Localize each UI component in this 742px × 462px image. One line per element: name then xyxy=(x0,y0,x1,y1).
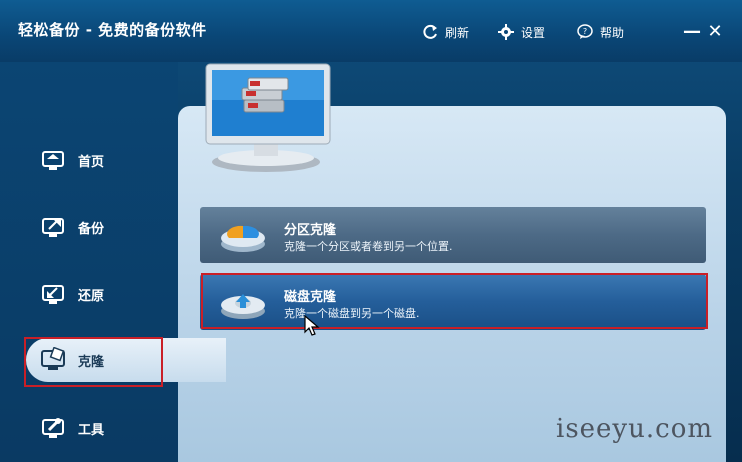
svg-text:?: ? xyxy=(583,27,587,36)
sidebar-item-label: 克隆 xyxy=(78,354,105,370)
partition-clone-title: 分区克隆 xyxy=(284,223,337,238)
refresh-icon xyxy=(421,23,439,41)
home-icon xyxy=(40,146,68,174)
sidebar-item-restore[interactable]: 还原 xyxy=(40,274,170,314)
sidebar-item-label: 还原 xyxy=(78,288,105,304)
settings-button[interactable]: 设置 xyxy=(497,20,545,44)
app-title: 轻松备份 - 免费的备份软件 xyxy=(18,21,207,39)
title-bar: 轻松备份 - 免费的备份软件 刷新 设置 ? 帮助 — ✕ xyxy=(0,0,742,62)
disk-clone-option[interactable]: 磁盘克隆 克隆一个磁盘到另一个磁盘. xyxy=(200,274,706,330)
mouse-cursor-icon xyxy=(304,314,320,337)
watermark-text: iseeyu.com xyxy=(556,414,713,444)
clone-monitor-illustration xyxy=(204,62,336,174)
gear-icon xyxy=(497,23,515,41)
backup-icon xyxy=(40,213,68,241)
sidebar-item-label: 工具 xyxy=(78,422,105,438)
restore-icon xyxy=(40,280,68,308)
help-button[interactable]: ? 帮助 xyxy=(576,20,624,44)
sidebar-item-label: 首页 xyxy=(78,154,105,170)
partition-clone-option[interactable]: 分区克隆 克隆一个分区或者卷到另一个位置. xyxy=(200,207,706,263)
help-icon: ? xyxy=(576,23,594,41)
close-button[interactable]: ✕ xyxy=(704,20,726,42)
refresh-button[interactable]: 刷新 xyxy=(421,20,469,44)
disk-clone-title: 磁盘克隆 xyxy=(284,290,337,305)
clone-icon xyxy=(40,346,68,374)
sidebar-item-clone[interactable]: 克隆 xyxy=(40,340,170,380)
sidebar-item-label: 备份 xyxy=(78,221,105,237)
sidebar xyxy=(0,62,178,462)
partition-clone-desc: 克隆一个分区或者卷到另一个位置. xyxy=(284,240,453,253)
minimize-button[interactable]: — xyxy=(681,20,703,42)
sidebar-item-tools[interactable]: 工具 xyxy=(40,408,170,448)
refresh-label: 刷新 xyxy=(445,25,470,40)
disk-clone-icon xyxy=(218,283,268,321)
tools-icon xyxy=(40,414,68,442)
sidebar-item-home[interactable]: 首页 xyxy=(40,140,170,180)
settings-label: 设置 xyxy=(521,25,546,40)
help-label: 帮助 xyxy=(600,25,625,40)
app-window: 轻松备份 - 免费的备份软件 刷新 设置 ? 帮助 — ✕ 分区克隆 克隆一个分… xyxy=(0,0,742,462)
sidebar-item-backup[interactable]: 备份 xyxy=(40,207,170,247)
partition-clone-icon xyxy=(218,216,268,254)
